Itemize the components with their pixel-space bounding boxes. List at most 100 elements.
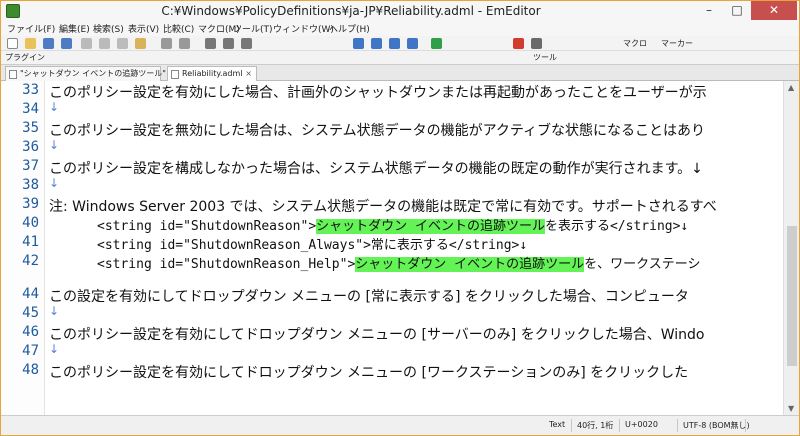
find-icon[interactable] bbox=[205, 38, 216, 49]
find-next-icon[interactable] bbox=[223, 38, 234, 49]
save-all-icon[interactable] bbox=[61, 38, 72, 49]
close-tab-icon[interactable]: × bbox=[245, 67, 252, 81]
text-editor[interactable]: 33 このポリシー設定を有効にした場合、計画外のシャットダウンまたは再起動があっ… bbox=[1, 81, 783, 415]
redo-icon[interactable] bbox=[179, 38, 190, 49]
line-number: 41 bbox=[22, 234, 39, 250]
line-number: 44 bbox=[22, 286, 39, 302]
line-number: 47 bbox=[22, 343, 39, 359]
split-icon[interactable] bbox=[407, 38, 418, 49]
xml-tail: を、ワークステーシ bbox=[584, 257, 701, 272]
new-file-icon[interactable] bbox=[7, 38, 18, 49]
menu-file[interactable]: ファイル(F) bbox=[7, 22, 55, 35]
menu-edit[interactable]: 編集(E) bbox=[59, 22, 90, 35]
title-bar: C:¥Windows¥PolicyDefinitions¥ja-JP¥Relia… bbox=[1, 1, 799, 21]
wrap-icon[interactable] bbox=[353, 38, 364, 49]
status-codepoint[interactable]: U+0020 bbox=[625, 420, 658, 429]
window-wrap-icon[interactable] bbox=[371, 38, 382, 49]
status-separator bbox=[745, 419, 746, 432]
print-icon[interactable] bbox=[81, 38, 92, 49]
editor-line: 45 ↓ bbox=[1, 304, 783, 323]
run-macro-icon[interactable] bbox=[531, 38, 542, 49]
macro-toolbar-label: マクロ bbox=[623, 39, 647, 48]
editor-line: 48 このポリシー設定を有効にしてドロップダウン メニューの [ワークステーショ… bbox=[1, 361, 783, 381]
line-text: この設定を有効にしてドロップダウン メニューの [常に表示する] をクリックした… bbox=[49, 289, 689, 305]
line-number: 38 bbox=[22, 177, 39, 193]
tools-label: ツール bbox=[533, 53, 557, 62]
vertical-scrollbar[interactable]: ▲ ▼ bbox=[783, 81, 799, 415]
menu-compare[interactable]: 比較(C) bbox=[163, 22, 194, 35]
line-text: このポリシー設定を無効にした場合は、システム状態データの機能がアクティブな状態に… bbox=[49, 123, 706, 139]
undo-icon[interactable] bbox=[161, 38, 172, 49]
search-highlight: シャットダウン イベントの追跡ツール bbox=[355, 257, 585, 272]
search-highlight: シャットダウン イベントの追跡ツール bbox=[316, 219, 545, 234]
status-bar: Text 40行, 1桁 U+0020 UTF-8 (BOM無し) bbox=[1, 415, 799, 435]
record-macro-icon[interactable] bbox=[513, 38, 524, 49]
line-number: 34 bbox=[22, 101, 39, 117]
tab-shutdown-tracker[interactable]: "シャットダウン イベントの追跡ツール" * bbox=[5, 66, 172, 81]
main-toolbar: マクロ マーカー bbox=[1, 36, 799, 51]
newline-mark: ↓ bbox=[49, 176, 60, 190]
editor-line: 44 この設定を有効にしてドロップダウン メニューの [常に表示する] をクリッ… bbox=[1, 285, 783, 305]
minimize-button[interactable]: – bbox=[695, 1, 723, 20]
newline-mark: ↓ bbox=[49, 342, 60, 356]
config-icon[interactable] bbox=[431, 38, 442, 49]
editor-line: 41 <string id="ShutdownReason_Always">常に… bbox=[1, 233, 783, 253]
editor-line: 40 <string id="ShutdownReason">シャットダウン イ… bbox=[1, 214, 783, 234]
line-number: 36 bbox=[22, 139, 39, 155]
menu-tools[interactable]: ツール(T) bbox=[233, 22, 273, 35]
scroll-down-icon[interactable]: ▼ bbox=[788, 404, 794, 413]
marker-toolbar-label: マーカー bbox=[661, 39, 693, 48]
document-icon bbox=[171, 70, 179, 79]
status-mode[interactable]: Text bbox=[549, 420, 565, 429]
editor-line: 36 ↓ bbox=[1, 138, 783, 157]
status-encoding[interactable]: UTF-8 (BOM無し) bbox=[683, 420, 750, 431]
editor-line: 47 ↓ bbox=[1, 342, 783, 361]
document-tab-bar: "シャットダウン イベントの追跡ツール" * Reliability.adml … bbox=[1, 65, 799, 81]
line-text: このポリシー設定を構成しなかった場合は、システム状態データの機能の既定の動作が実… bbox=[49, 161, 703, 177]
tab-label: "シャットダウン イベントの追跡ツール" * bbox=[20, 69, 173, 78]
editor-line: 33 このポリシー設定を有効にした場合、計画外のシャットダウンまたは再起動があっ… bbox=[1, 81, 783, 101]
status-position[interactable]: 40行, 1桁 bbox=[577, 420, 613, 431]
tab-label: Reliability.adml bbox=[182, 69, 243, 78]
paste-icon[interactable] bbox=[135, 38, 146, 49]
line-number: 46 bbox=[22, 324, 39, 340]
line-text: 注: Windows Server 2003 では、システム状態データの機能は既… bbox=[49, 199, 717, 215]
line-number: 45 bbox=[22, 305, 39, 321]
editor-line: 46 このポリシー設定を有効にしてドロップダウン メニューの [サーバーのみ] … bbox=[1, 323, 783, 343]
line-number: 39 bbox=[22, 196, 39, 212]
save-icon[interactable] bbox=[43, 38, 54, 49]
editor-line: 38 ↓ bbox=[1, 176, 783, 195]
line-text: <string id="ShutdownReason_Help">シャットダウン… bbox=[97, 253, 700, 272]
cut-icon[interactable] bbox=[99, 38, 110, 49]
line-number: 33 bbox=[22, 82, 39, 98]
scroll-up-icon[interactable]: ▲ bbox=[788, 83, 794, 92]
status-separator bbox=[677, 419, 678, 432]
close-button[interactable]: ✕ bbox=[751, 1, 797, 20]
tab-reliability-adml[interactable]: Reliability.adml × bbox=[167, 66, 257, 81]
menu-window[interactable]: ウィンドウ(W) bbox=[273, 22, 334, 35]
scroll-thumb[interactable] bbox=[787, 226, 797, 366]
line-text: <string id="ShutdownReason">シャットダウン イベント… bbox=[97, 215, 688, 234]
menu-view[interactable]: 表示(V) bbox=[128, 22, 159, 35]
window-title: C:¥Windows¥PolicyDefinitions¥ja-JP¥Relia… bbox=[161, 4, 541, 18]
menu-help[interactable]: ヘルプ(H) bbox=[329, 22, 370, 35]
newline-mark: ↓ bbox=[49, 304, 60, 318]
open-folder-icon[interactable] bbox=[25, 38, 36, 49]
newline-mark: ↓ bbox=[49, 100, 60, 114]
editor-line: 39 注: Windows Server 2003 では、システム状態データの機… bbox=[1, 195, 783, 215]
status-separator bbox=[571, 419, 572, 432]
line-text: このポリシー設定を有効にしてドロップダウン メニューの [ワークステーションのみ… bbox=[49, 365, 689, 381]
page-wrap-icon[interactable] bbox=[389, 38, 400, 49]
copy-icon[interactable] bbox=[117, 38, 128, 49]
plugins-label: プラグイン bbox=[5, 53, 45, 62]
line-number: 35 bbox=[22, 120, 39, 136]
newline-mark: ↓ bbox=[49, 138, 60, 152]
editor-line: 42 <string id="ShutdownReason_Help">シャット… bbox=[1, 252, 783, 272]
xml-tag: <string id="ShutdownReason"> bbox=[97, 219, 317, 234]
editor-line: 34 ↓ bbox=[1, 100, 783, 119]
xml-tag: <string id="ShutdownReason_Help"> bbox=[97, 257, 356, 272]
maximize-button[interactable]: □ bbox=[723, 1, 751, 20]
replace-icon[interactable] bbox=[241, 38, 252, 49]
plugins-toolbar: プラグイン ツール bbox=[1, 51, 799, 65]
menu-search[interactable]: 検索(S) bbox=[93, 22, 124, 35]
